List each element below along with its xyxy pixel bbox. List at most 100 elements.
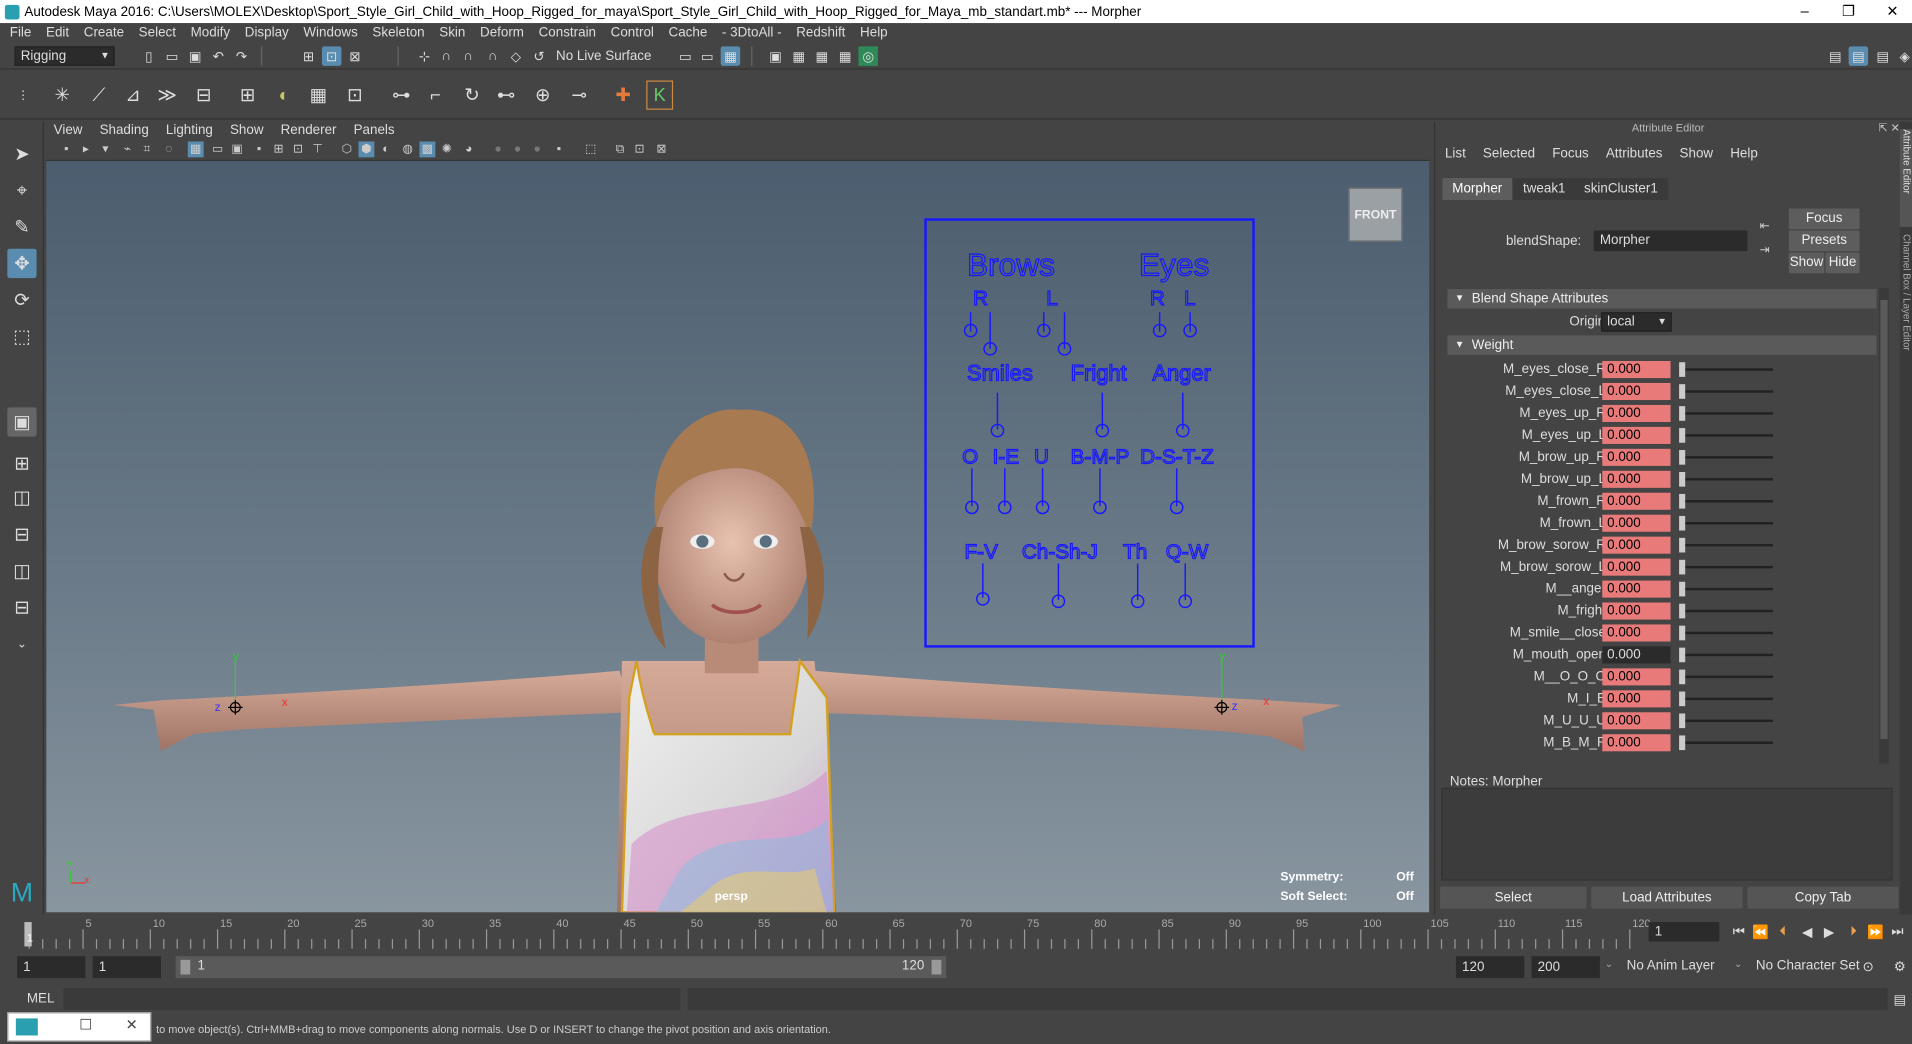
viewport-persp[interactable]: x x Brows Eyes R L R L Smiles Fright Ang… [46, 160, 1430, 913]
weight-slider-handle[interactable] [1679, 603, 1686, 619]
anti-aliasing-icon[interactable]: ● [529, 141, 545, 157]
mirror-joint-icon[interactable]: ⊟ [190, 80, 217, 109]
weight-slider-track[interactable] [1680, 522, 1773, 525]
construction-history-icon[interactable]: ▦ [720, 46, 741, 66]
weight-value-field[interactable]: 0.000 [1602, 646, 1671, 664]
ik-spline-icon[interactable]: ⊿ [120, 80, 147, 109]
use-all-lights-icon[interactable]: ✺ [439, 141, 455, 157]
weight-slider-track[interactable] [1680, 434, 1773, 437]
render-frame-icon[interactable]: ▦ [789, 46, 809, 66]
bookmark-icon[interactable]: ▾ [98, 141, 114, 157]
weight-slider-handle[interactable] [1679, 428, 1686, 443]
wireframe-on-shaded-icon[interactable]: ◐ [378, 141, 394, 157]
select-object-icon[interactable]: ⊡ [321, 46, 342, 66]
tab-skincluster1[interactable]: skinCluster1 [1574, 178, 1668, 201]
load-attributes-button[interactable]: Load Attributes [1591, 886, 1743, 909]
current-frame-field[interactable]: 1 [1648, 922, 1720, 942]
hud-icon[interactable]: ⊠ [654, 141, 670, 157]
outliner-layout-icon[interactable]: ⊟ [7, 593, 36, 622]
character-set-dropdown[interactable]: No Character Set [1756, 959, 1860, 974]
weight-slider-track[interactable] [1680, 675, 1773, 679]
scene-start-field[interactable]: 1 [17, 956, 86, 979]
shadows-icon[interactable]: ◕ [461, 141, 477, 157]
weight-slider-handle[interactable] [1679, 384, 1686, 399]
vp-menu-renderer[interactable]: Renderer [281, 123, 337, 138]
weight-slider-track[interactable] [1680, 697, 1773, 701]
script-editor-icon[interactable]: ▤ [1890, 989, 1910, 1009]
anim-preferences-icon[interactable]: ⚙ [1890, 956, 1910, 976]
skeleton-helper-icon[interactable]: K [646, 80, 674, 110]
go-to-start-icon[interactable]: ⏮ [1729, 922, 1749, 942]
persp-graph-layout-icon[interactable]: ⊟ [7, 520, 36, 549]
range-end-handle[interactable] [931, 959, 942, 975]
move-tool-icon[interactable]: ✥ [7, 248, 37, 279]
menu-redshift[interactable]: Redshift [796, 26, 845, 41]
weight-slider-handle[interactable] [1679, 471, 1686, 487]
snap-curve-icon[interactable]: ∩ [437, 46, 457, 66]
snap-live-icon[interactable]: ↺ [529, 46, 549, 66]
side-tab-attribute-editor[interactable]: Attribute Editor [1899, 129, 1912, 227]
menu-skeleton[interactable]: Skeleton [372, 26, 424, 41]
anim-layer-dropdown[interactable]: No Anim Layer [1627, 959, 1715, 974]
step-forward-key-icon[interactable]: ⏩ [1866, 922, 1886, 942]
menu-select[interactable]: Select [139, 26, 176, 41]
go-input-icon[interactable]: ⇤ [1760, 220, 1770, 233]
layout-icon[interactable]: ▤ [1825, 46, 1845, 66]
char-set-chevron-icon[interactable]: ⌄ [1734, 959, 1742, 970]
go-to-end-icon[interactable]: ⏭ [1888, 922, 1908, 942]
tab-tweak1[interactable]: tweak1 [1513, 178, 1576, 201]
vp-menu-panels[interactable]: Panels [354, 123, 395, 138]
weight-value-field[interactable]: 0.000 [1602, 602, 1671, 620]
time-ruler[interactable]: 5 10 15 20 25 30 35 40 45 50 55 60 65 70 75 80 85 90 95 100… [17, 915, 1663, 949]
image-plane-icon[interactable]: ⌁ [120, 141, 136, 157]
shelf-options-icon[interactable]: ⋮ [15, 80, 32, 109]
auto-key-icon[interactable]: ⊙ [1858, 956, 1878, 976]
notes-textarea[interactable] [1441, 787, 1893, 881]
weight-value-field[interactable]: 0.000 [1602, 712, 1671, 730]
snap-view-icon[interactable]: ∩ [483, 46, 503, 66]
layout-more-icon[interactable]: ⌄ [7, 629, 36, 658]
blendshape-name-field[interactable]: Morpher [1593, 230, 1748, 252]
scale-tool-icon[interactable]: ⬚ [7, 322, 36, 351]
menu-file[interactable]: File [10, 26, 32, 41]
anim-layer-chevron-icon[interactable]: ⌄ [1605, 959, 1613, 970]
ipr-render-icon[interactable]: ▦ [812, 46, 832, 66]
scale-constraint-icon[interactable]: ⊷ [493, 80, 520, 109]
select-button[interactable]: Select [1440, 886, 1587, 909]
film-pivot-icon[interactable]: ⊤ [310, 141, 326, 157]
step-forward-frame-icon[interactable]: ⏵ [1844, 922, 1864, 942]
weight-slider-handle[interactable] [1679, 559, 1686, 575]
tab-morpher[interactable]: Morpher [1442, 178, 1513, 201]
vp-menu-lighting[interactable]: Lighting [166, 123, 213, 138]
select-component-icon[interactable]: ⊠ [345, 46, 365, 66]
snap-surface-icon[interactable]: ◇ [506, 46, 526, 66]
weight-slider-handle[interactable] [1679, 691, 1686, 707]
menu-control[interactable]: Control [611, 26, 654, 41]
copy-tab-button[interactable]: Copy Tab [1747, 886, 1899, 909]
menu-set-dropdown[interactable]: Rigging ▼ [14, 46, 115, 66]
menu-skin[interactable]: Skin [439, 26, 465, 41]
undo-icon[interactable]: ↶ [209, 46, 229, 66]
history-icon[interactable]: ▭ [676, 46, 696, 66]
rotate-tool-icon[interactable]: ⟳ [7, 285, 36, 314]
weight-slider-handle[interactable] [1679, 406, 1686, 421]
weight-slider-handle[interactable] [1679, 450, 1686, 465]
resolution-gate-icon[interactable]: ▭ [210, 141, 226, 157]
aim-constraint-icon[interactable]: ⌐ [422, 80, 449, 109]
weight-slider-handle[interactable] [1679, 581, 1686, 597]
go-output-icon[interactable]: ⇥ [1760, 244, 1770, 257]
menu-help[interactable]: Help [860, 26, 888, 41]
range-start-handle[interactable] [180, 959, 191, 975]
weight-slider-handle[interactable] [1679, 669, 1686, 685]
ambient-occlusion-icon[interactable]: ● [490, 141, 506, 157]
presets-button[interactable]: Presets [1788, 230, 1860, 252]
paint-select-icon[interactable]: ✎ [7, 212, 36, 241]
maya-app-icon[interactable] [15, 1018, 38, 1036]
show-button[interactable]: Show [1788, 252, 1825, 274]
weight-slider-handle[interactable] [1679, 625, 1686, 641]
safe-action-icon[interactable]: ⊞ [271, 141, 287, 157]
weight-slider-handle[interactable] [1679, 515, 1686, 531]
xray-icon[interactable]: ▩ [419, 141, 436, 158]
input-ops-icon[interactable]: ▭ [697, 46, 717, 66]
command-input[interactable] [63, 987, 681, 1010]
